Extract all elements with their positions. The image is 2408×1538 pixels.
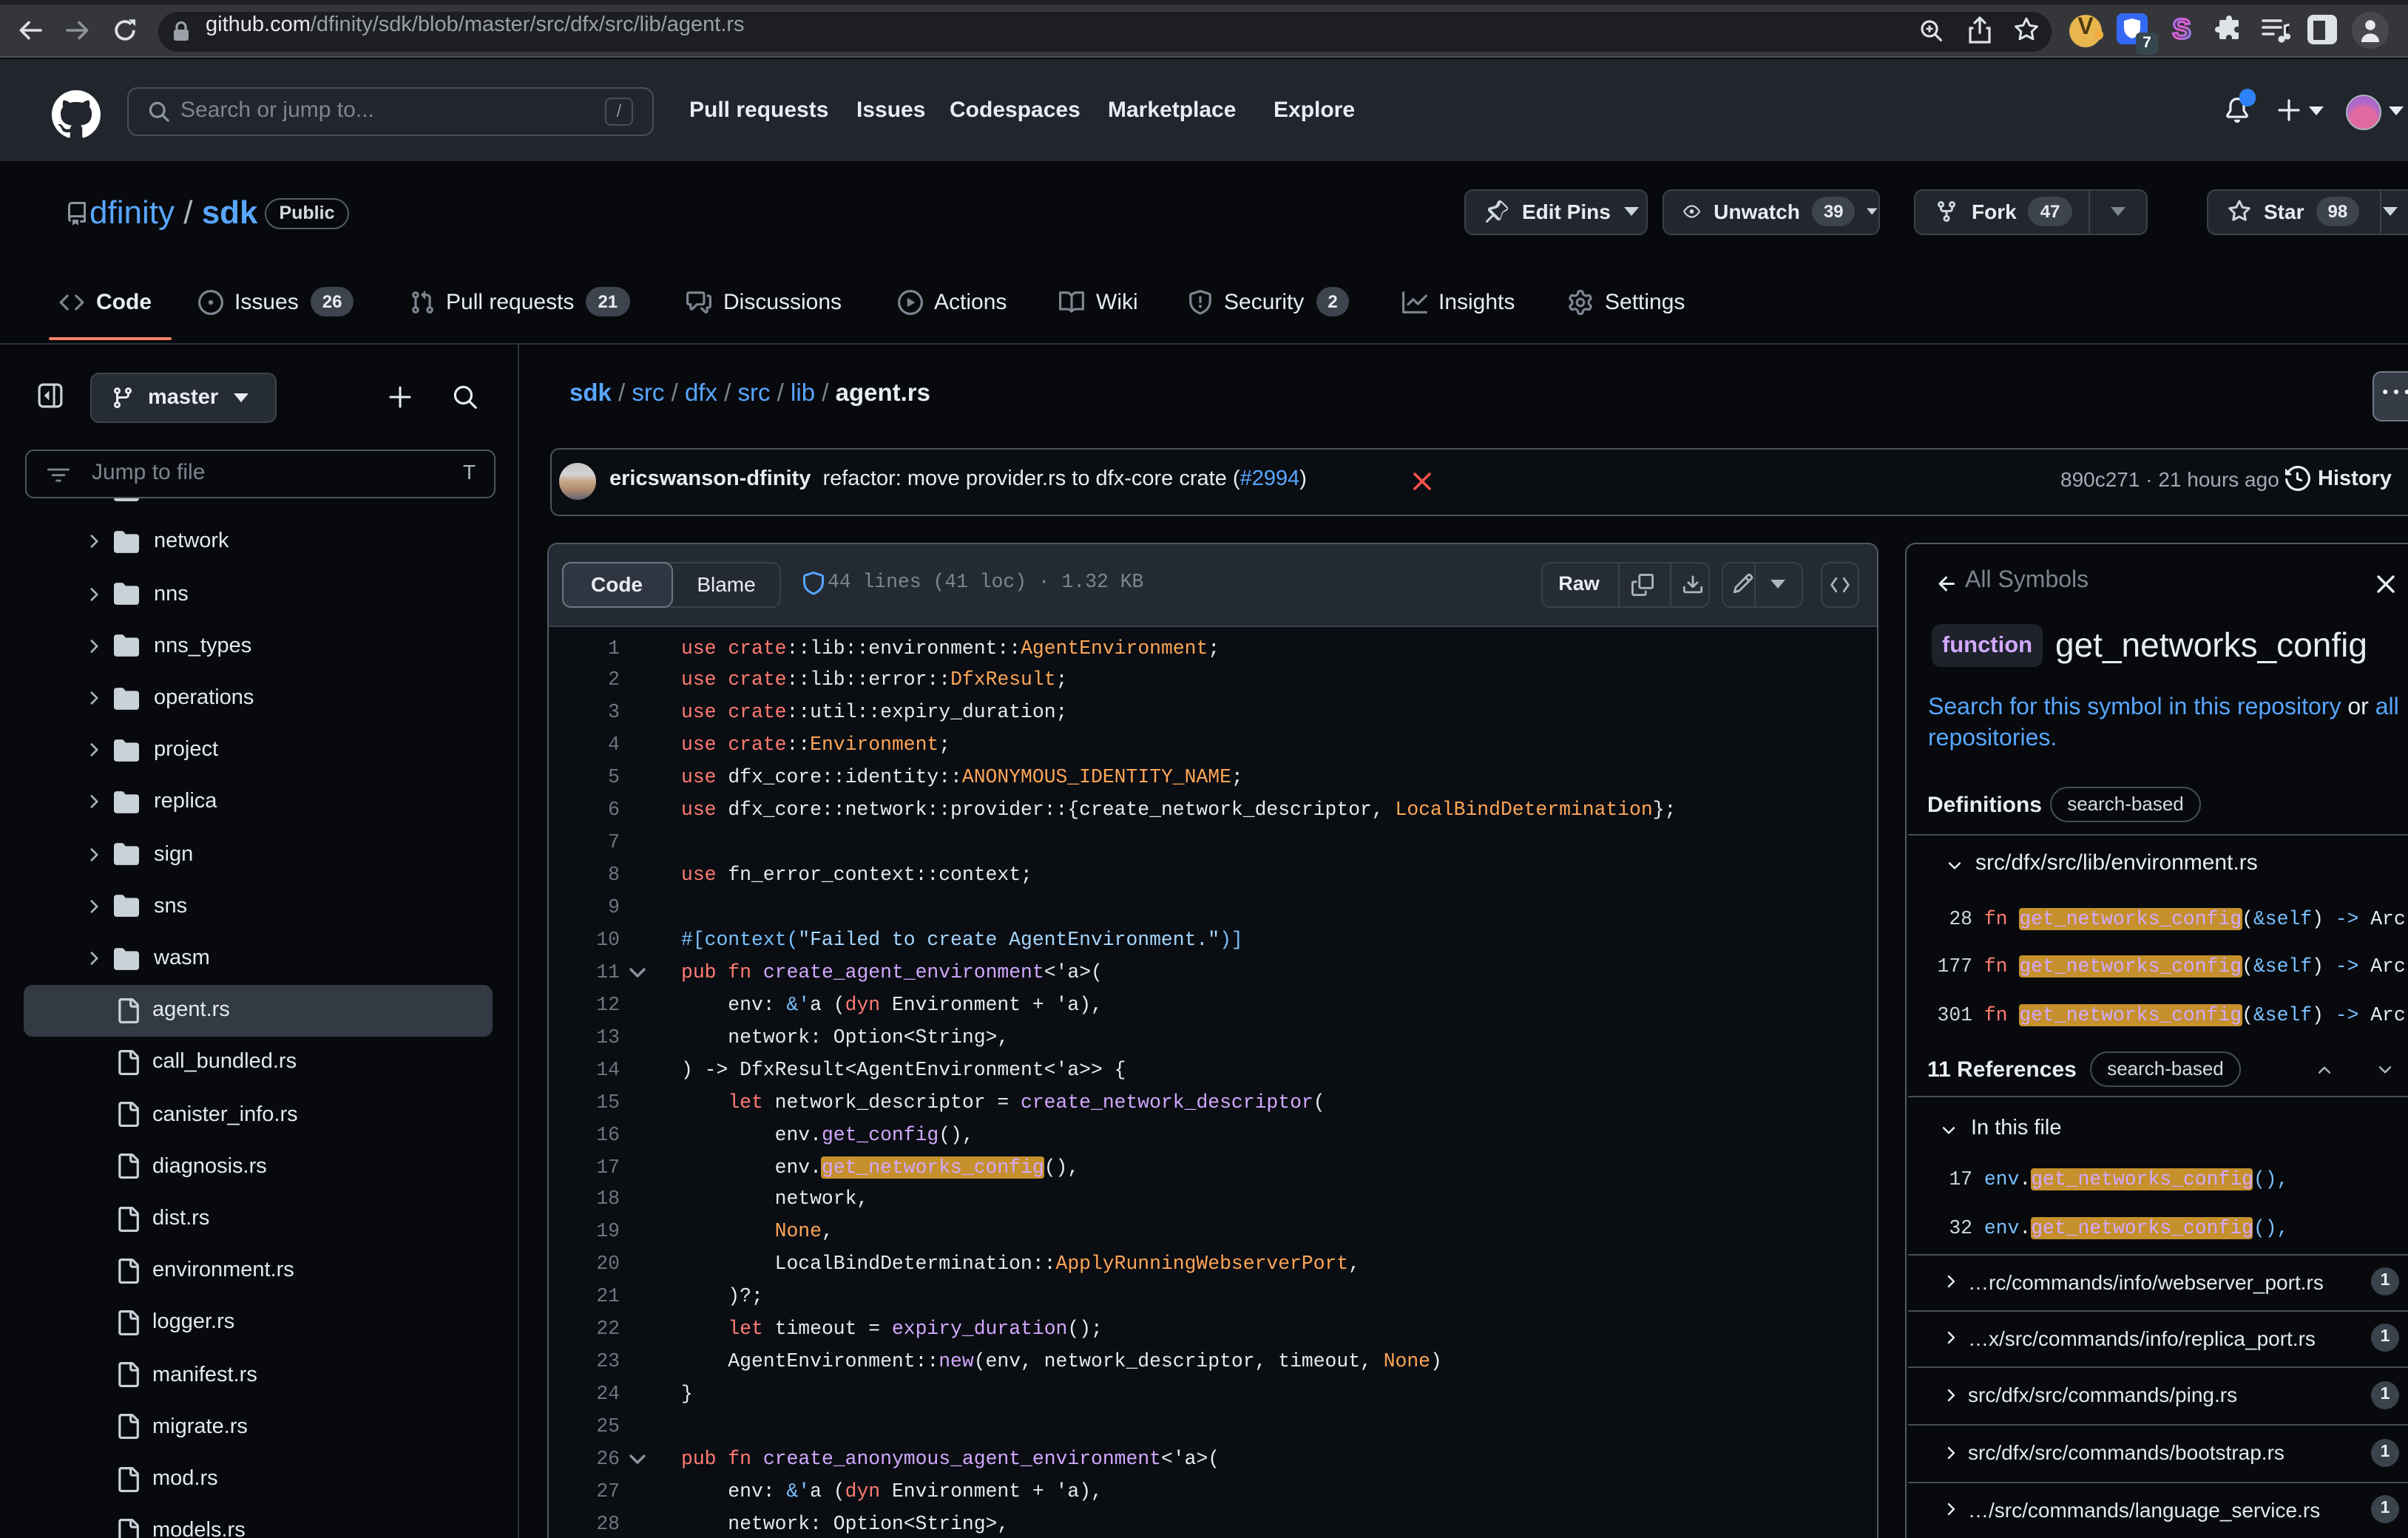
svg-text:S: S xyxy=(2172,14,2191,45)
